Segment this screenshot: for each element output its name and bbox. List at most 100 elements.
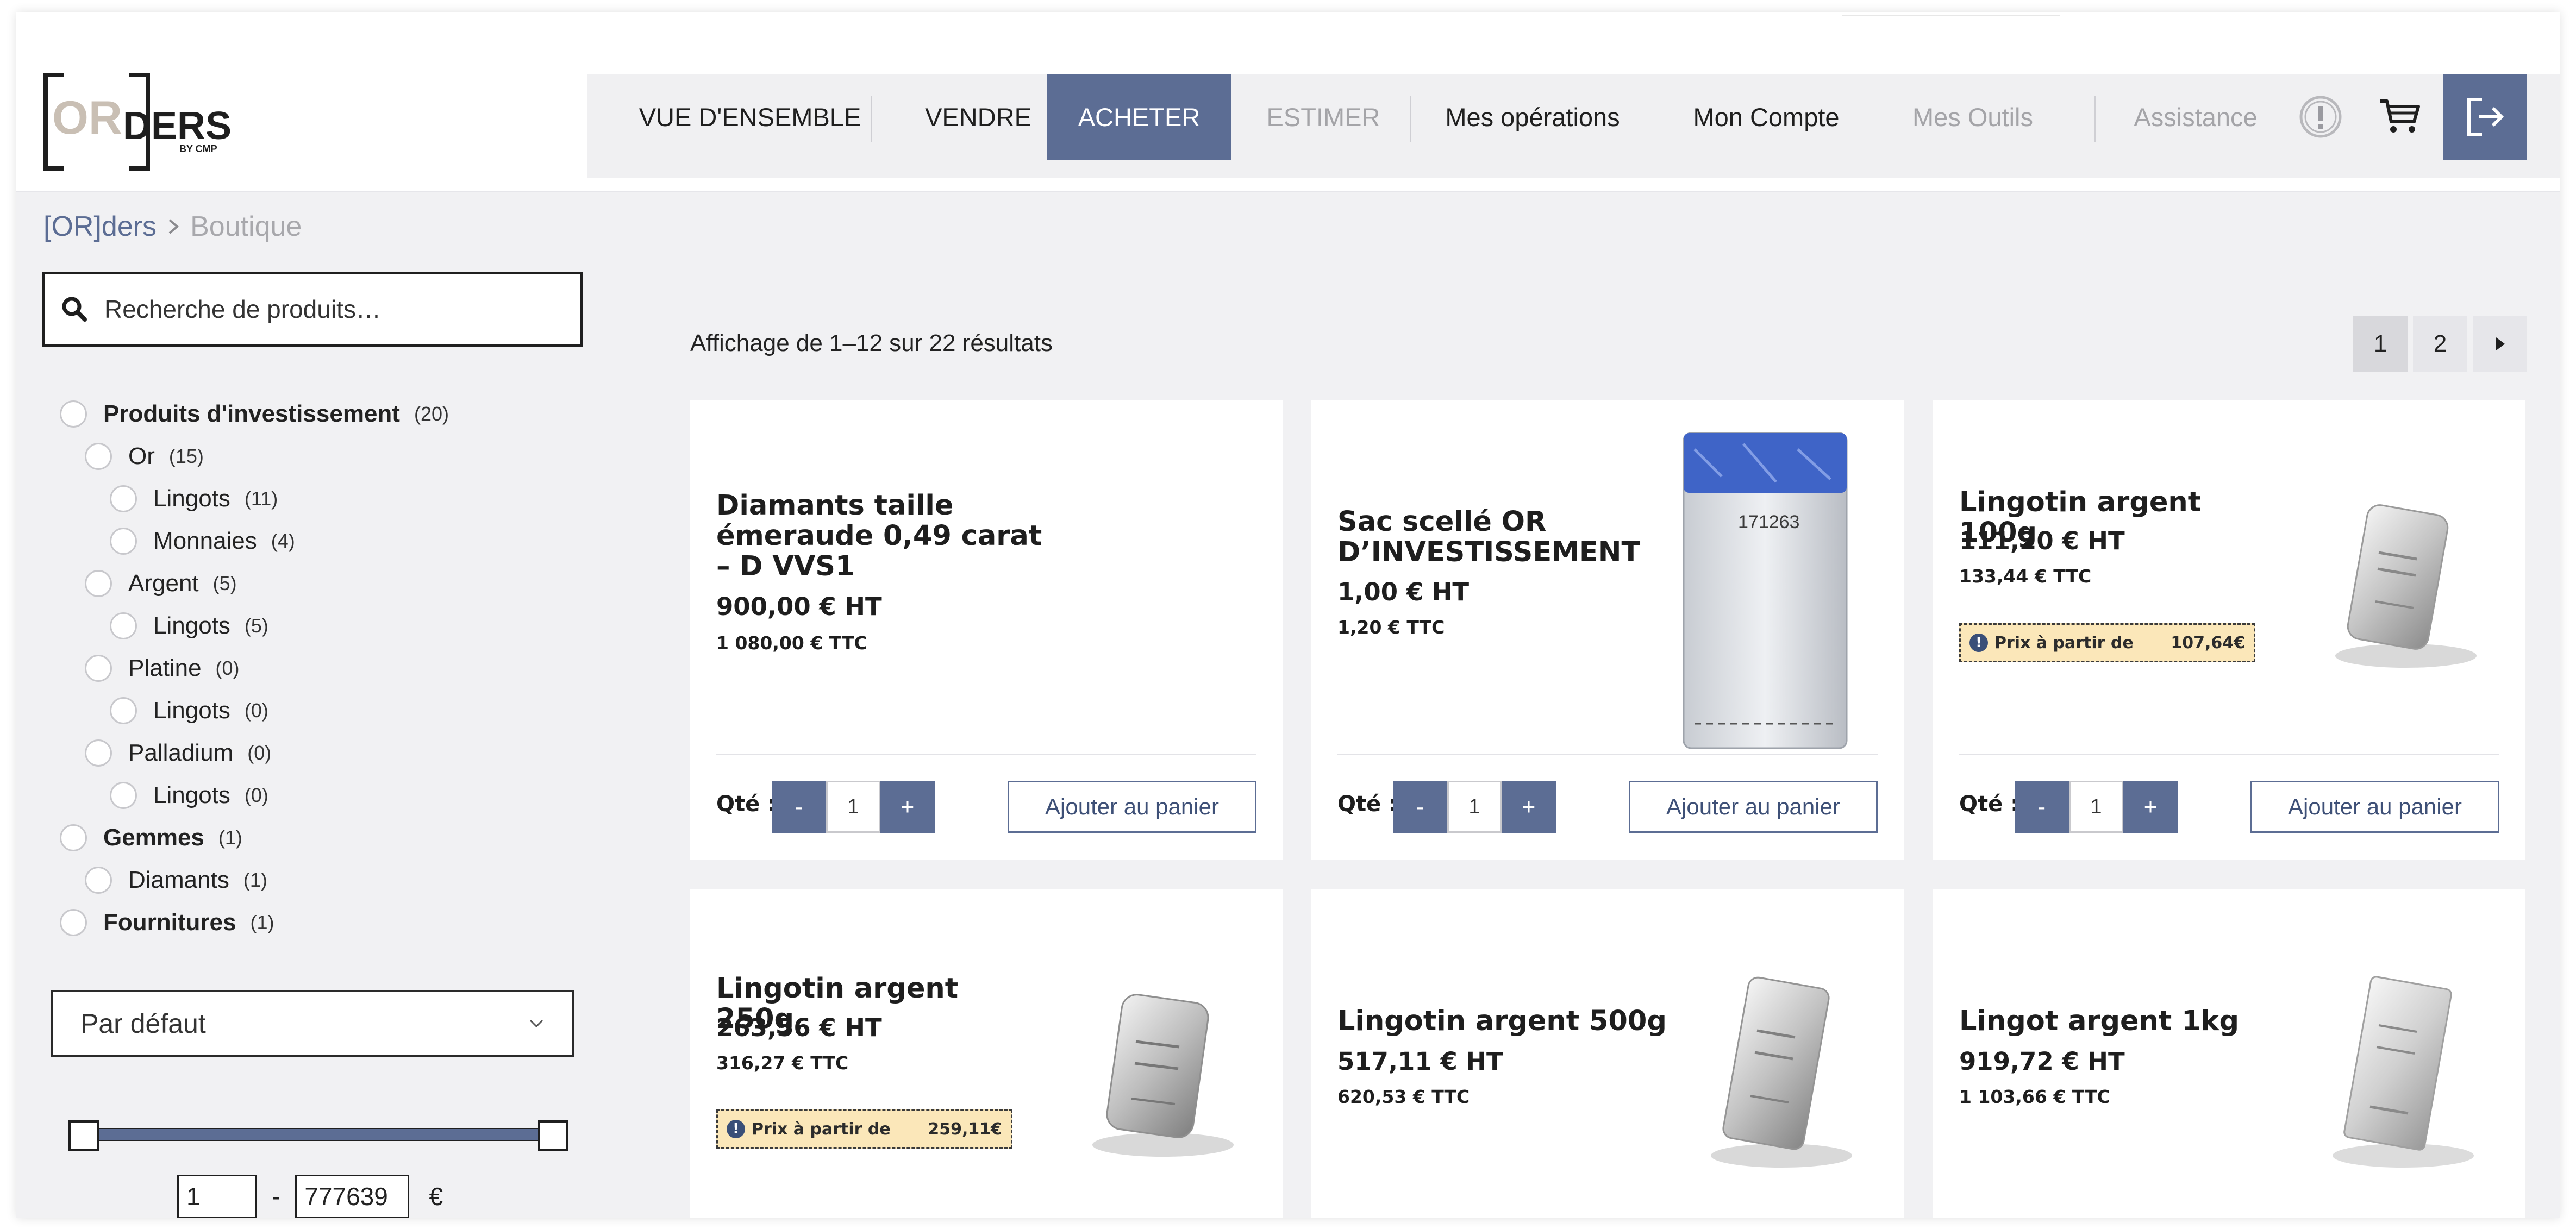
qty-input[interactable]: 1 [1447, 781, 1502, 833]
category-count: (1) [243, 869, 267, 891]
breadcrumb-home[interactable]: [OR]ders [43, 210, 157, 243]
category-radio[interactable] [110, 697, 137, 724]
qty-decrement-button[interactable]: - [1393, 781, 1447, 833]
product-card: Lingot argent 1kg 919,72 € HT 1 103,66 €… [1933, 889, 2525, 1218]
category-radio[interactable] [85, 739, 112, 767]
category-produits-investissement[interactable]: Produits d'investissement (20) [60, 400, 449, 428]
qty-input[interactable]: 1 [826, 781, 880, 833]
category-or-lingots[interactable]: Lingots (11) [110, 485, 278, 512]
product-title[interactable]: Diamants taille émeraude 0,49 carat – D … [716, 491, 1042, 582]
card-divider [1337, 754, 1878, 755]
category-palladium[interactable]: Palladium (0) [85, 739, 271, 767]
category-radio[interactable] [85, 655, 112, 682]
category-platine[interactable]: Platine (0) [85, 655, 240, 682]
nav-vue-ensemble[interactable]: VUE D'ENSEMBLE [603, 74, 897, 160]
price-range-separator: - [272, 1182, 280, 1211]
category-count: (0) [244, 699, 268, 722]
category-platine-lingots[interactable]: Lingots (0) [110, 697, 268, 724]
product-image[interactable] [2308, 971, 2487, 1177]
category-label: Diamants [128, 867, 229, 893]
price-max-input[interactable] [295, 1175, 410, 1218]
category-radio[interactable] [110, 485, 137, 512]
cart-icon[interactable] [2369, 74, 2429, 160]
nav-mes-outils[interactable]: Mes Outils [1880, 74, 2065, 160]
qty-label: Qté : [1337, 792, 1398, 817]
search-icon [45, 296, 104, 323]
category-count: (0) [215, 657, 240, 679]
product-title[interactable]: Lingot argent 1kg [1959, 1006, 2285, 1037]
category-radio[interactable] [85, 570, 112, 597]
category-label: Lingots [153, 612, 230, 639]
price-min-input[interactable] [177, 1175, 257, 1218]
orders-logo[interactable]: OR DERS BY CMP [42, 73, 238, 171]
category-count: (5) [244, 614, 268, 637]
product-image[interactable] [1686, 971, 1866, 1177]
qty-input[interactable]: 1 [2069, 781, 2123, 833]
product-title[interactable]: Lingotin argent 500g [1337, 1006, 1674, 1037]
category-radio[interactable] [85, 867, 112, 894]
product-image[interactable] [1071, 982, 1245, 1167]
slider-max-handle[interactable] [538, 1120, 568, 1151]
nav-acheter[interactable]: ACHETER [1047, 74, 1231, 160]
add-to-cart-button[interactable]: Ajouter au panier [1629, 781, 1878, 833]
qty-decrement-button[interactable]: - [772, 781, 826, 833]
qty-decrement-button[interactable]: - [2015, 781, 2069, 833]
nav-mon-compte[interactable]: Mon Compte [1668, 74, 1864, 160]
category-palladium-lingots[interactable]: Lingots (0) [110, 782, 268, 809]
category-radio[interactable] [110, 612, 137, 639]
chevron-down-icon [529, 1019, 543, 1028]
category-radio[interactable] [60, 400, 87, 428]
sort-select[interactable]: Par défaut [51, 990, 574, 1057]
logo-or-text: OR [52, 92, 122, 144]
nav-vendre[interactable]: VENDRE [897, 74, 1060, 160]
category-label: Monnaies [153, 528, 257, 554]
nav-estimer[interactable]: ESTIMER [1239, 74, 1408, 160]
category-radio[interactable] [60, 824, 87, 851]
category-radio[interactable] [110, 782, 137, 809]
category-argent[interactable]: Argent (5) [85, 570, 237, 597]
category-radio[interactable] [60, 909, 87, 936]
page-2[interactable]: 2 [2413, 316, 2467, 372]
page-1[interactable]: 1 [2353, 316, 2408, 372]
product-image[interactable]: 171263 [1673, 428, 1858, 759]
qty-label: Qté : [716, 792, 777, 817]
next-page-button[interactable] [2473, 316, 2527, 372]
category-label: Lingots [153, 485, 230, 512]
nav-assistance[interactable]: Assistance [2103, 74, 2288, 160]
product-title[interactable]: Sac scellé OR D’INVESTISSEMENT [1337, 507, 1642, 568]
category-radio[interactable] [85, 443, 112, 470]
qty-increment-button[interactable]: + [880, 781, 935, 833]
pagination: 1 2 [2353, 316, 2527, 372]
logout-icon [2467, 98, 2504, 136]
qty-increment-button[interactable]: + [1502, 781, 1556, 833]
qty-increment-button[interactable]: + [2123, 781, 2178, 833]
category-gemmes[interactable]: Gemmes (1) [60, 824, 242, 851]
category-label: Gemmes [103, 824, 204, 851]
alert-circle-icon[interactable] [2293, 74, 2348, 160]
logout-button[interactable] [2443, 74, 2527, 160]
price-ht: 1,00 € HT [1337, 578, 1470, 606]
add-to-cart-button[interactable]: Ajouter au panier [2250, 781, 2499, 833]
category-count: (5) [212, 572, 237, 594]
price-range-slider[interactable] [68, 1120, 568, 1151]
category-fournitures[interactable]: Fournitures (1) [60, 909, 274, 936]
card-divider [716, 754, 1256, 755]
category-or-monnaies[interactable]: Monnaies (4) [110, 528, 295, 555]
category-argent-lingots[interactable]: Lingots (5) [110, 612, 268, 639]
price-ttc: 1 103,66 € TTC [1959, 1086, 2110, 1107]
price-ht: 919,72 € HT [1959, 1047, 2125, 1076]
add-to-cart-button[interactable]: Ajouter au panier [1008, 781, 1256, 833]
search-input[interactable] [104, 294, 550, 324]
product-image[interactable] [2314, 493, 2487, 678]
category-radio[interactable] [110, 528, 137, 555]
category-label: Platine [128, 655, 202, 681]
category-label: Lingots [153, 782, 230, 808]
qty-label: Qté : [1959, 792, 2019, 817]
product-search [42, 272, 583, 347]
top-strip-shadow [1842, 12, 2060, 16]
chevron-right-icon [168, 219, 179, 234]
category-diamants[interactable]: Diamants (1) [85, 867, 267, 894]
category-or[interactable]: Or (15) [85, 443, 204, 470]
slider-min-handle[interactable] [68, 1120, 99, 1151]
nav-mes-operations[interactable]: Mes opérations [1418, 74, 1647, 160]
